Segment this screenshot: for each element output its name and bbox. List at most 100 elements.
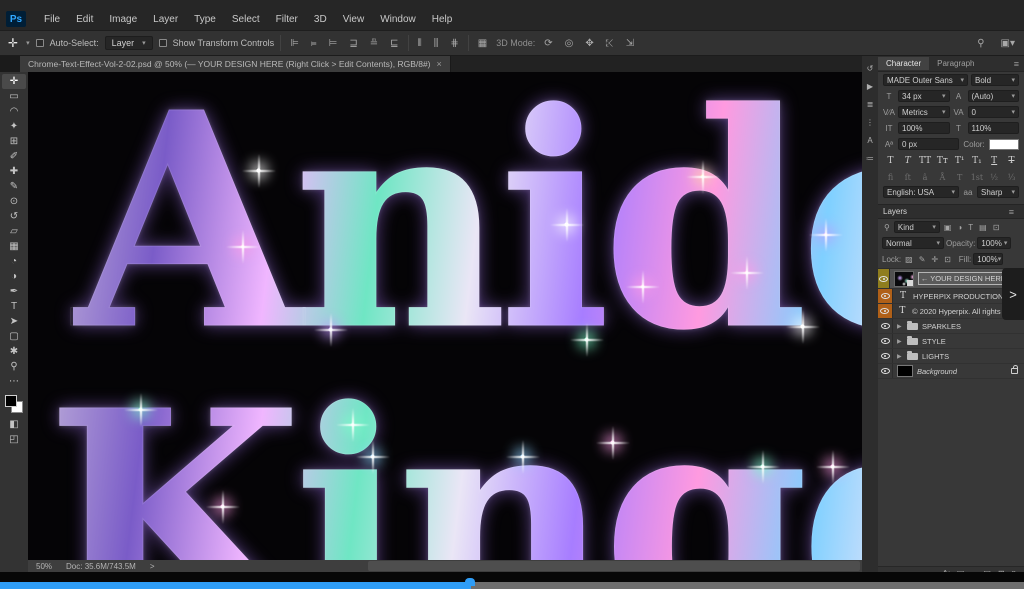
3d-slide-button[interactable]: ⤪: [603, 38, 617, 49]
tool-brush[interactable]: ✎: [2, 179, 26, 194]
visibility-cell[interactable]: [878, 349, 893, 363]
discretionary-ligatures-button[interactable]: â: [919, 171, 932, 183]
filter-type-icon[interactable]: T: [966, 223, 975, 232]
small-caps-button[interactable]: Tт: [936, 155, 949, 167]
faux-bold-button[interactable]: T: [884, 155, 897, 167]
foreground-color-swatch[interactable]: [5, 395, 17, 407]
3d-pan-button[interactable]: ✥: [582, 38, 596, 49]
contextual-alternates-button[interactable]: ſt: [901, 171, 914, 183]
superscript-button[interactable]: T¹: [953, 155, 966, 167]
filter-adjustment-icon[interactable]: ◑: [955, 223, 964, 232]
tool-gradient[interactable]: ▦: [2, 239, 26, 254]
glyphs-panel-icon[interactable]: A: [867, 136, 872, 145]
color-swatches[interactable]: [5, 395, 23, 413]
baseline-shift-input[interactable]: 0 px: [898, 138, 959, 150]
ligatures-button[interactable]: ﬁ: [884, 171, 897, 183]
faux-italic-button[interactable]: T: [901, 155, 914, 167]
tool-eyedropper[interactable]: ✐: [2, 149, 26, 164]
3d-roll-button[interactable]: ◎: [562, 38, 577, 49]
filter-smart-object-icon[interactable]: ⊡: [991, 223, 1002, 232]
align-hcenter-button[interactable]: ⫢: [308, 38, 320, 49]
3d-orbit-button[interactable]: ⟳: [541, 38, 555, 49]
align-vcenter-button[interactable]: ≞: [367, 38, 381, 49]
menu-view[interactable]: View: [335, 12, 373, 27]
tool-dodge[interactable]: ◑: [2, 269, 26, 284]
smart-object-thumbnail[interactable]: [894, 271, 914, 287]
tool-shape[interactable]: ▢: [2, 329, 26, 344]
tool-blur[interactable]: ◔: [2, 254, 26, 269]
tool-healing-brush[interactable]: ✚: [2, 164, 26, 179]
opacity-dropdown[interactable]: 100% ▾: [977, 237, 1011, 249]
tool-crop[interactable]: ⊞: [2, 134, 26, 149]
lock-pixels-icon[interactable]: ✎: [917, 255, 928, 264]
align-options-button[interactable]: ▦: [475, 38, 490, 49]
layer-filter-dropdown[interactable]: Kind ▾: [894, 221, 940, 233]
horizontal-scale-input[interactable]: 110%: [968, 122, 1020, 134]
menu-edit[interactable]: Edit: [68, 12, 101, 27]
group-expand-icon[interactable]: ▶: [897, 353, 903, 360]
align-left-button[interactable]: ⊫: [287, 38, 302, 49]
edit-toolbar-button[interactable]: ⋯: [2, 374, 26, 389]
tool-zoom[interactable]: ⚲: [2, 359, 26, 374]
titling-alternates-button[interactable]: ⅓: [1005, 171, 1018, 183]
group-expand-icon[interactable]: ▶: [897, 338, 903, 345]
visibility-cell[interactable]: [878, 319, 893, 333]
fill-dropdown[interactable]: 100% ▾: [973, 253, 1003, 265]
tool-history-brush[interactable]: ↺: [2, 209, 26, 224]
background-thumbnail[interactable]: [897, 365, 913, 377]
auto-select-checkbox[interactable]: [36, 39, 44, 47]
strikethrough-button[interactable]: T: [1005, 155, 1018, 167]
tab-paragraph[interactable]: Paragraph: [929, 57, 982, 70]
font-style-dropdown[interactable]: Bold ▾: [971, 74, 1019, 86]
tool-lasso[interactable]: ◠: [2, 104, 26, 119]
panel-menu-icon[interactable]: ≡: [1014, 59, 1024, 69]
filter-group-icon[interactable]: ▤: [977, 223, 989, 232]
visibility-cell[interactable]: [878, 269, 890, 288]
language-dropdown[interactable]: English: USA ▾: [883, 186, 959, 198]
menu-window[interactable]: Window: [372, 12, 424, 27]
horizontal-scrollbar[interactable]: [368, 561, 860, 571]
layer-name[interactable]: Background: [917, 367, 957, 376]
panel-menu-icon[interactable]: ≡: [1009, 207, 1019, 217]
player-progress-bar[interactable]: [0, 582, 1024, 589]
layer-row-background[interactable]: Background: [878, 364, 1024, 379]
menu-type[interactable]: Type: [186, 12, 224, 27]
visibility-cell[interactable]: [878, 304, 893, 318]
workspace-switcher-icon[interactable]: ▣▾: [998, 38, 1018, 49]
tool-move[interactable]: ✛: [2, 74, 26, 89]
close-icon[interactable]: ×: [437, 59, 442, 69]
search-icon[interactable]: ⚲: [974, 38, 987, 49]
canvas[interactable]: Anideath Kingdom: [28, 72, 862, 560]
layer-name[interactable]: HYPERPIX PRODUCTIONS: [913, 292, 1008, 301]
history-panel-icon[interactable]: ↺: [867, 64, 874, 73]
tool-hand[interactable]: ✱: [2, 344, 26, 359]
tool-pen[interactable]: ✒: [2, 284, 26, 299]
font-size-dropdown[interactable]: 34 px ▾: [898, 90, 950, 102]
menu-filter[interactable]: Filter: [268, 12, 306, 27]
stylistic-alternates-button[interactable]: T: [953, 171, 966, 183]
properties-panel-icon[interactable]: ⋮: [866, 118, 874, 127]
zoom-level[interactable]: 50%: [36, 562, 52, 571]
status-expander-icon[interactable]: >: [150, 562, 155, 571]
tool-preset-chevron-icon[interactable]: ▾: [26, 39, 30, 47]
blend-mode-dropdown[interactable]: Normal ▾: [882, 237, 944, 249]
menu-3d[interactable]: 3D: [306, 12, 335, 27]
distribute-h-button[interactable]: ⫴: [415, 38, 425, 49]
visibility-cell[interactable]: [878, 364, 893, 378]
menu-select[interactable]: Select: [224, 12, 268, 27]
screen-mode-button[interactable]: ◰: [2, 432, 26, 447]
align-top-button[interactable]: ⊒: [346, 38, 360, 49]
group-expand-icon[interactable]: ▶: [897, 323, 903, 330]
anti-alias-dropdown[interactable]: Sharp ▾: [977, 186, 1019, 198]
visibility-cell[interactable]: [878, 289, 893, 303]
tracking-dropdown[interactable]: 0 ▾: [968, 106, 1020, 118]
distribute-spacing-button[interactable]: ⋕: [447, 38, 461, 49]
tool-quick-select[interactable]: ✦: [2, 119, 26, 134]
show-transform-checkbox[interactable]: [159, 39, 167, 47]
styles-panel-icon[interactable]: ≣: [867, 100, 874, 109]
tool-clone-stamp[interactable]: ⊙: [2, 194, 26, 209]
align-right-button[interactable]: ⊨: [326, 38, 341, 49]
tool-marquee[interactable]: ▭: [2, 89, 26, 104]
lock-transparent-icon[interactable]: ▨: [903, 255, 915, 264]
subscript-button[interactable]: T₁: [970, 155, 983, 167]
